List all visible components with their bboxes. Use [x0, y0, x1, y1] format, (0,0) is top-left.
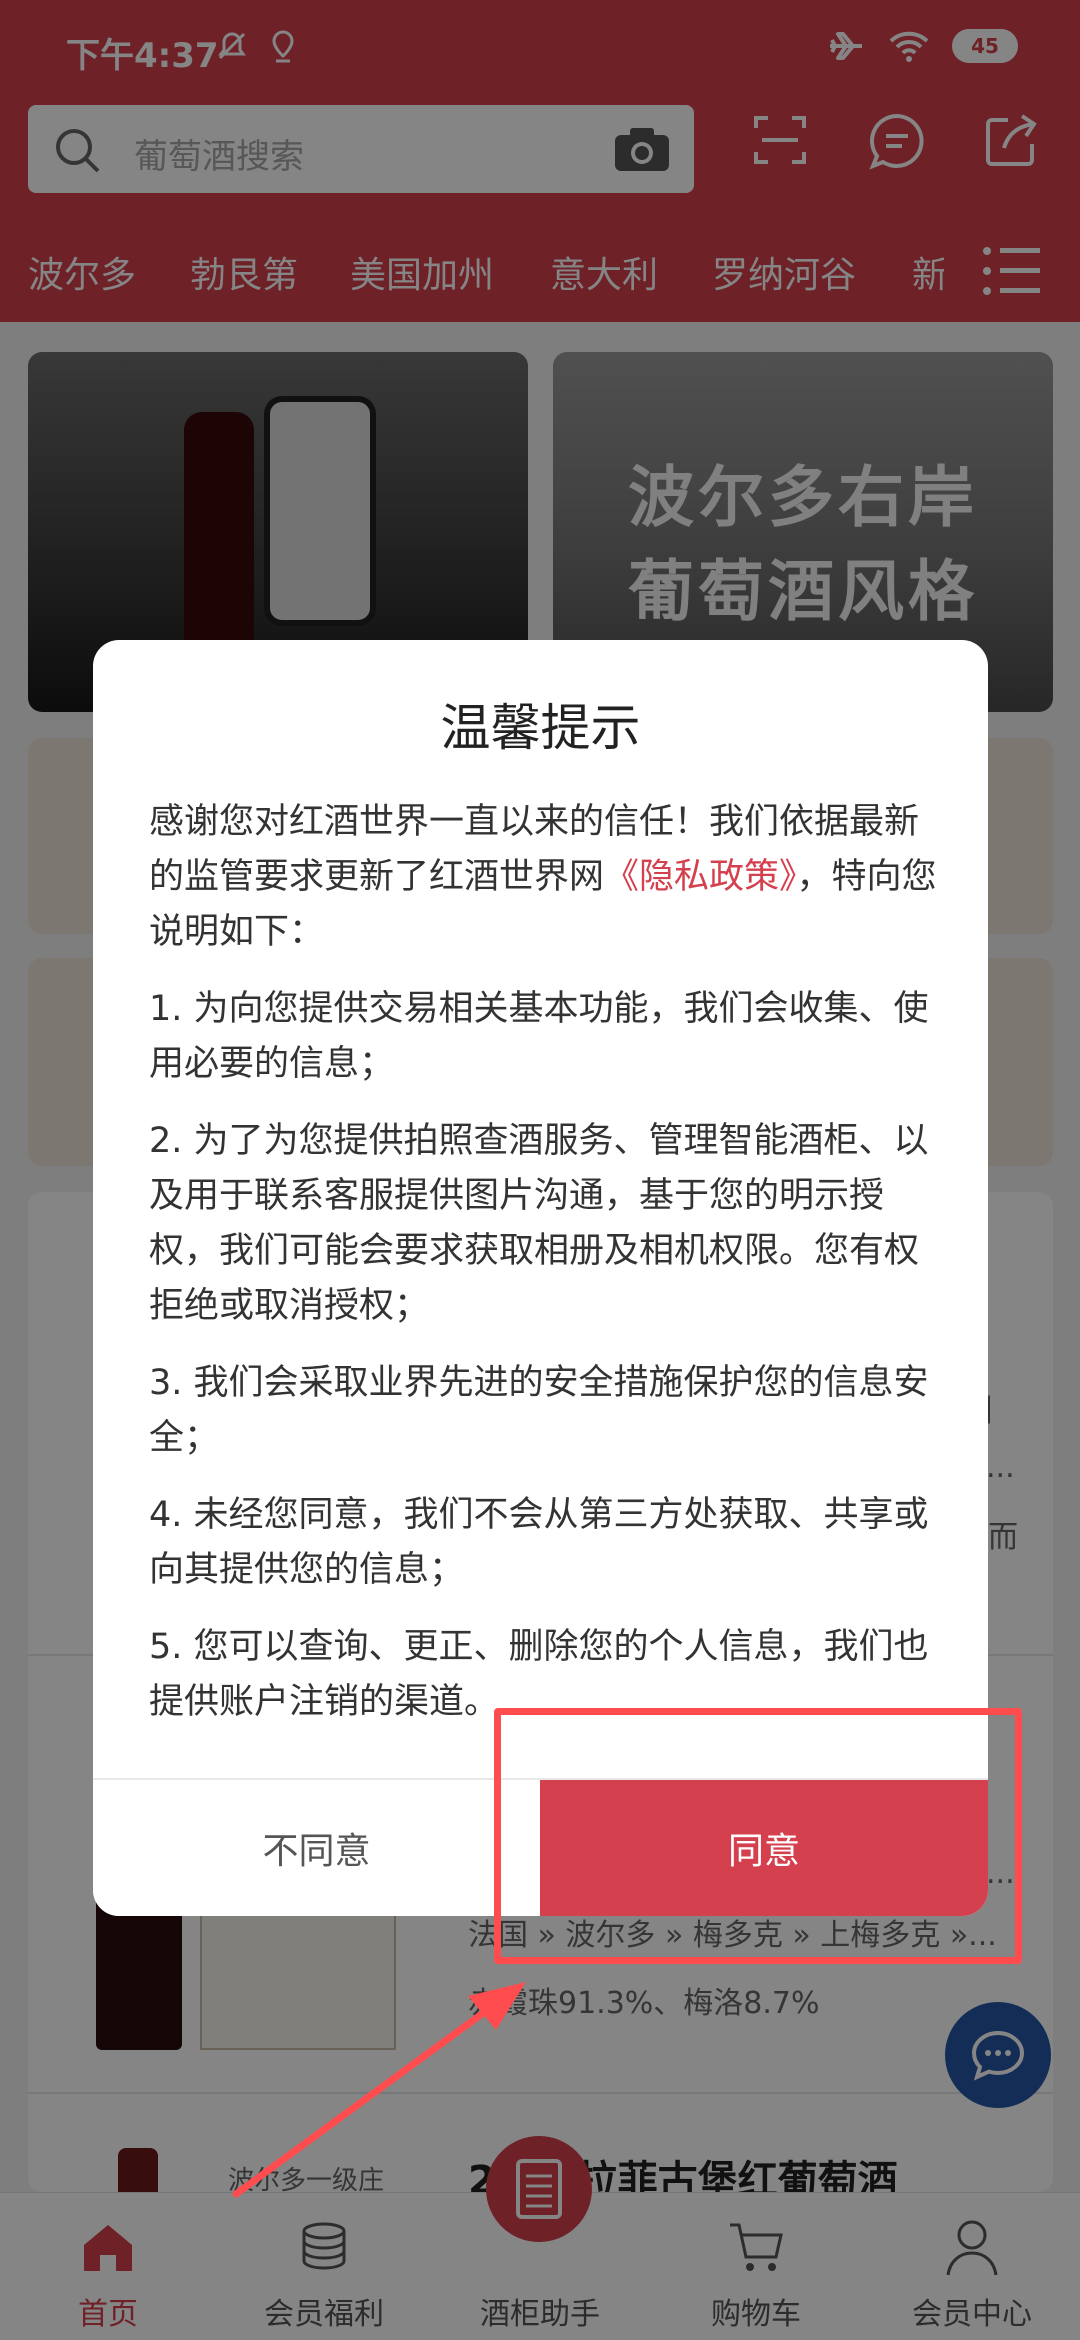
- dialog-item: 2. 为了为您提供拍照查酒服务、管理智能酒柜、以及用于联系客服提供图片沟通，基于…: [149, 1121, 929, 1326]
- dialog-title: 温馨提示: [440, 699, 641, 757]
- dialog-item: 1. 为向您提供交易相关基本功能，我们会收集、使用必要的信息；: [149, 989, 929, 1084]
- highlight-box: [494, 1708, 1022, 1964]
- dialog-item: 3. 我们会采取业界先进的安全措施保护您的信息安全；: [149, 1363, 929, 1458]
- dialog-body: 感谢您对红酒世界一直以来的信任！我们依据最新的监管要求更新了红酒世界网《隐私政策…: [149, 795, 939, 1752]
- dialog-item: 4. 未经您同意，我们不会从第三方处获取、共享或向其提供您的信息；: [149, 1495, 929, 1590]
- dialog-intro: 感谢您对红酒世界一直以来的信任！我们依据最新的监管要求更新了红酒世界网《隐私政策…: [149, 795, 939, 960]
- disagree-button[interactable]: 不同意: [93, 1780, 540, 1916]
- privacy-policy-link[interactable]: 《隐私政策》: [604, 857, 797, 897]
